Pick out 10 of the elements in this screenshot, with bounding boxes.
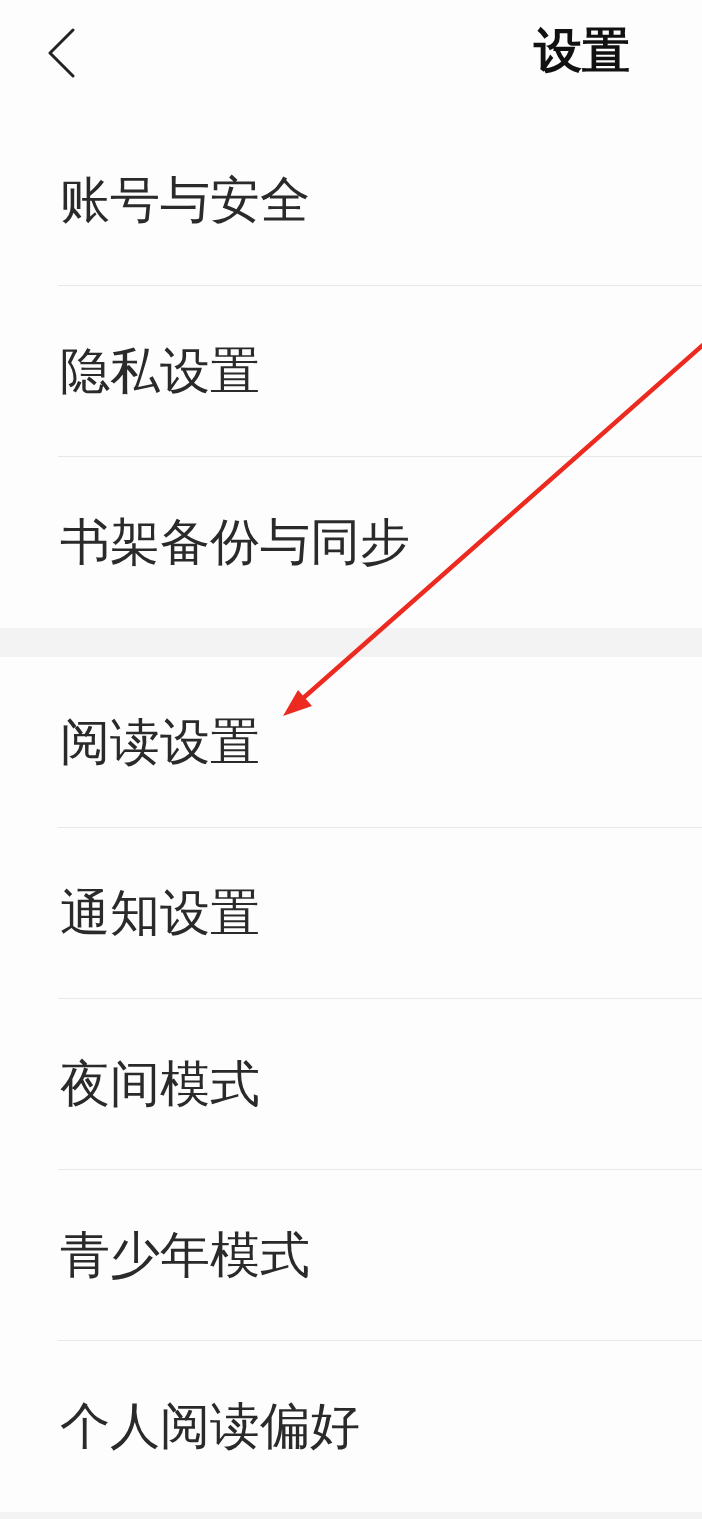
settings-item[interactable]: 通知设置 [58, 828, 702, 999]
settings-item[interactable]: 个人阅读偏好 [58, 1341, 702, 1512]
back-button[interactable] [46, 27, 76, 79]
settings-item[interactable]: 夜间模式 [58, 999, 702, 1170]
settings-item[interactable]: 书架备份与同步 [58, 457, 702, 628]
settings-item[interactable]: 隐私设置 [58, 286, 702, 457]
settings-item[interactable]: 青少年模式 [58, 1170, 702, 1341]
settings-item[interactable]: 账号与安全 [58, 115, 702, 286]
page-title: 设置 [534, 21, 630, 80]
back-chevron-icon [47, 28, 75, 78]
